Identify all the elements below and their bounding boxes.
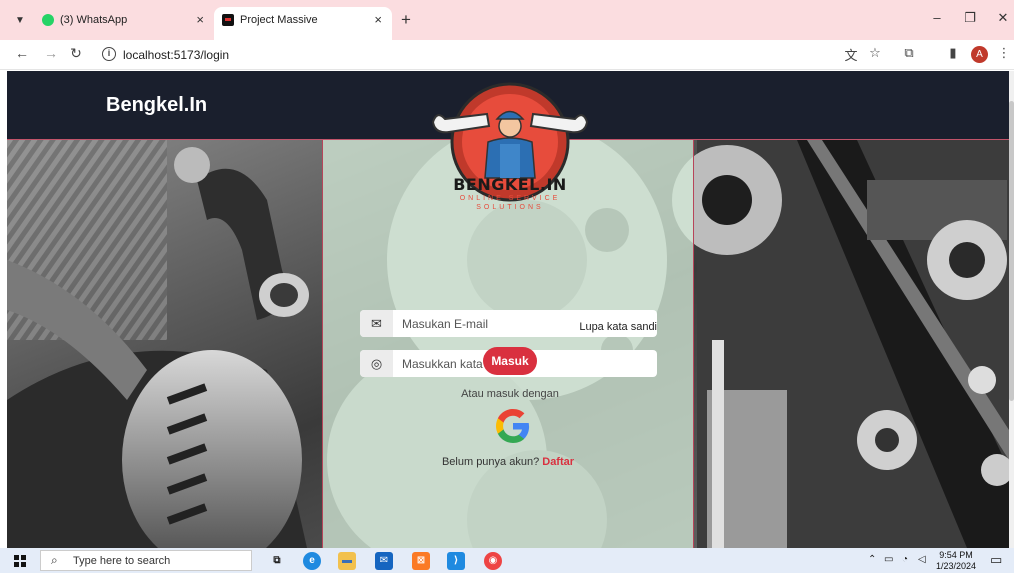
address-bar[interactable]: i localhost:5173/login [96, 43, 836, 67]
page-scrollbar[interactable] [1009, 71, 1014, 548]
eye-slash-icon[interactable]: ◎ [360, 350, 393, 377]
extensions-icon[interactable]: ⧉ [900, 45, 918, 61]
logo-subtitle: ONLINE SERVICE SOLUTIONS [459, 195, 561, 211]
info-icon[interactable]: i [102, 47, 116, 61]
taskbar-search-box[interactable]: ⌕ Type here to search [40, 550, 252, 571]
screen: ▼ (3) WhatsApp × Project Massive × + – ❐… [0, 0, 1014, 573]
signup-link[interactable]: Daftar [542, 456, 574, 468]
clock-time: 9:54 PM [939, 550, 973, 560]
vscode-icon[interactable]: ⟩ [447, 552, 465, 570]
mail-icon[interactable]: ✉ [375, 552, 393, 570]
tab-project-massive[interactable]: Project Massive × [214, 7, 392, 40]
browser-toolbar: ← → ↻ i localhost:5173/login 文 ☆ ⧉ ▮ A ⋮ [0, 40, 1014, 70]
clock-date: 1/23/2024 [935, 561, 977, 571]
back-icon[interactable]: ← [13, 45, 31, 61]
windows-taskbar: ⌕ Type here to search ⧉ e ▬ ✉ ⊠ ⟩ ◉ ⌃ ▭ … [0, 548, 1014, 573]
scrollbar-thumb[interactable] [1009, 101, 1014, 401]
google-icon[interactable] [493, 406, 533, 446]
translate-icon[interactable]: 文 [842, 45, 860, 64]
wifi-icon[interactable]: ◔ [902, 554, 908, 565]
restore-button[interactable]: ❐ [960, 10, 980, 26]
chrome-icon[interactable]: ◉ [484, 552, 502, 570]
notification-icon[interactable]: ▭ [990, 552, 1002, 568]
sidepanel-icon[interactable]: ▮ [944, 45, 962, 61]
menu-icon[interactable]: ⋮ [995, 45, 1013, 61]
tab-title: (3) WhatsApp [60, 14, 128, 26]
minimize-button[interactable]: – [927, 10, 947, 25]
tab-list-icon[interactable]: ▼ [9, 10, 31, 32]
forward-icon[interactable]: → [42, 45, 60, 61]
alternative-login-text: Atau masuk dengan [461, 388, 559, 400]
edge-icon[interactable]: e [303, 552, 321, 570]
brand-title[interactable]: Bengkel.In [106, 94, 207, 117]
tab-title: Project Massive [240, 14, 318, 26]
forgot-password-link[interactable]: Lupa kata sandi [540, 321, 657, 333]
battery-icon[interactable]: ▭ [884, 554, 893, 565]
reload-icon[interactable]: ↻ [67, 45, 85, 62]
file-explorer-icon[interactable]: ▬ [338, 552, 356, 570]
star-icon[interactable]: ☆ [866, 45, 884, 61]
xampp-icon[interactable]: ⊠ [412, 552, 430, 570]
tab-close-icon[interactable]: × [196, 12, 204, 27]
profile-avatar[interactable]: A [971, 46, 988, 63]
project-favicon [222, 14, 234, 26]
close-window-button[interactable]: ✕ [993, 10, 1013, 26]
email-icon: ✉ [360, 310, 393, 337]
browser-tab-strip: ▼ (3) WhatsApp × Project Massive × + – ❐… [0, 0, 1014, 40]
task-view-icon[interactable]: ⧉ [268, 552, 286, 570]
tab-whatsapp[interactable]: (3) WhatsApp × [34, 7, 214, 35]
url-text: localhost:5173/login [123, 48, 230, 62]
windows-start-icon[interactable] [14, 555, 26, 567]
tray-chevron-icon[interactable]: ⌃ [868, 554, 876, 565]
whatsapp-icon [42, 14, 54, 26]
signup-row: Belum punya akun? Daftar [400, 456, 616, 468]
logo-title: BENGKEL.IN [453, 175, 567, 194]
clock[interactable]: 9:54 PM 1/23/2024 [934, 550, 978, 572]
search-icon: ⌕ [51, 553, 58, 567]
volume-icon[interactable]: ◁ [918, 554, 926, 565]
signup-prompt: Belum punya akun? [441, 456, 540, 468]
new-tab-button[interactable]: + [396, 10, 416, 30]
tab-close-icon[interactable]: × [374, 12, 382, 27]
login-button[interactable]: Masuk [483, 347, 537, 375]
taskbar-search-placeholder: Type here to search [73, 555, 171, 567]
